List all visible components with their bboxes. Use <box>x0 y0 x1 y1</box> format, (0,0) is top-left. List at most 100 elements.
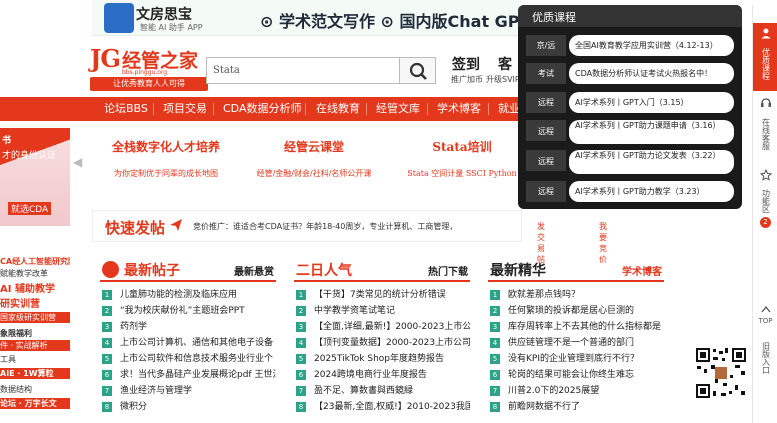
logo-slogan: 让优秀教育人人可得 <box>90 77 208 91</box>
nav-bbs[interactable]: 论坛BBS <box>104 97 148 121</box>
row-marker: 7 <box>296 386 306 396</box>
sidebar-online-service[interactable]: 在线客服 <box>753 97 777 159</box>
signin-sub-link[interactable]: 推广加币 <box>451 74 483 85</box>
search-input[interactable]: Stata <box>206 57 399 84</box>
sidebar-top[interactable]: TOP <box>753 305 777 329</box>
course-tag: 远程 <box>526 150 566 171</box>
signin-link[interactable]: 签到 <box>452 54 480 74</box>
list-item[interactable]: 1 欧就差那点钱吗？ <box>488 288 664 302</box>
left-promo-banner[interactable]: 书 才的身份认证 就选CDA <box>0 128 70 226</box>
nav-library[interactable]: 经管文库 <box>376 97 420 121</box>
course-item[interactable]: 远程 AI学术系列丨GPT助力教学（3.23） <box>526 181 734 202</box>
svip-link[interactable]: 升级SVIP <box>486 74 520 85</box>
top-banner-ad[interactable]: 文房思宝 智能 AI 助手 APP ⊙ 学术范文写作 ⊙ 国内版Chat GP <box>92 0 522 36</box>
list-item-title: 【全面,详细,最新!】2000-2023上市公司 <box>314 322 470 332</box>
panel-title[interactable]: 最新帖子 <box>124 260 180 280</box>
qr-code-icon <box>695 347 747 399</box>
list-item-title: 轮岗的结果可能会让你终生难忘 <box>508 370 635 380</box>
list-item[interactable]: 4 【顶刊变量数据】2000-2023上市公司 <box>294 336 470 350</box>
quick-post-label[interactable]: 快速发帖 <box>105 217 165 238</box>
nav-blog[interactable]: 学术博客 <box>437 97 481 121</box>
course-item[interactable]: 远程 AI学术系列丨GPT助力课题申请（3.16） <box>526 120 734 144</box>
list-item[interactable]: 4 上市公司计算机、通信和其他电子设备 <box>100 336 276 350</box>
send-icon[interactable] <box>169 218 183 232</box>
left-side-ads[interactable]: CA经人工智能研究院 赋能教学改革 AI 辅助教学 研实训营 国家级研实训营 象… <box>0 250 70 423</box>
arrow-up-icon <box>760 305 771 313</box>
list-item[interactable]: 6 求！当代多晶硅产业发展概论pdf 王世江 <box>100 368 276 382</box>
sidebar-functions[interactable]: 功能区 2 <box>753 168 777 235</box>
featured-panel: 最新精华 学术博客 1 欧就差那点钱吗？ 2 任何繁琐的投诉都是居心巨测的 3 库存周… <box>488 258 664 423</box>
row-marker: 5 <box>296 354 306 364</box>
list-item[interactable]: 8 前瞻网数据不行了 <box>488 400 664 414</box>
course-item[interactable]: 考试 CDA数据分析师认证考试火热报名中！ <box>526 63 734 84</box>
side-ad-line: 数据结构 <box>0 385 32 394</box>
list-item[interactable]: 1 【干货】7类常见的统计分析错误 <box>294 288 470 302</box>
service-subtitle: Stata 空间计量 SSCI Python <box>407 169 517 178</box>
banner-brand-sub: 智能 AI 助手 APP <box>140 23 203 32</box>
courses-popup: 优质课程 京/远 全国AI教育教学应用实训营（4.12-13） 考试 CDA数据分析… <box>518 5 742 209</box>
row-marker: 2 <box>296 306 306 316</box>
list-item-title: 上市公司计算机、通信和其他电子设备 <box>120 338 274 348</box>
list-item[interactable]: 6 轮岗的结果可能会让你终生难忘 <box>488 368 664 382</box>
panel-more-link[interactable]: 学术博客 <box>622 263 662 278</box>
list-item[interactable]: 5 没有KPI的企业管理到底行不行？ <box>488 352 664 366</box>
panel-more-link[interactable]: 最新悬赏 <box>234 263 274 278</box>
course-tag: 考试 <box>526 63 566 84</box>
right-sidebar: 优质课程 在线客服 功能区 2 TOP 旧版入口 <box>752 5 777 423</box>
logo-url: bbs.pinggu.org <box>122 69 168 76</box>
nav-divider <box>153 103 154 115</box>
qr-code-widget[interactable] <box>694 346 750 423</box>
list-item[interactable]: 6 2024跨境电商行业年度报告 <box>294 368 470 382</box>
list-item[interactable]: 8 【23最新,全面,权威!】2010-2023我国商 <box>294 400 470 414</box>
carousel-prev-icon[interactable]: ◀ <box>73 155 82 169</box>
nav-cda[interactable]: CDA数据分析师 <box>223 97 301 121</box>
service-stata[interactable]: Stata培训 Stata 空间计量 SSCI Python <box>387 138 537 179</box>
panel-title[interactable]: 最新精华 <box>490 260 546 280</box>
course-item[interactable]: 远程 AI学术系列丨GPT助力论文发表（3.22） <box>526 150 734 174</box>
panel-title[interactable]: 二日人气 <box>296 260 352 280</box>
sidebar-courses[interactable]: 优质课程 <box>753 23 777 91</box>
nav-projects[interactable]: 项目交易 <box>163 97 207 121</box>
list-item-title: 欧就差那点钱吗？ <box>508 290 581 300</box>
site-logo[interactable]: JG 经管之家 bbs.pinggu.org 让优秀教育人人可得 <box>90 44 208 91</box>
list-item-title: 儿童肺功能的检测及临床应用 <box>120 290 238 300</box>
list-item[interactable]: 3 库存周转率上不去其他的什么指标都是 <box>488 320 664 334</box>
course-item[interactable]: 远程 AI学术系列丨GPT入门（3.15） <box>526 92 734 113</box>
row-marker: 8 <box>490 402 500 412</box>
course-tag: 远程 <box>526 181 566 202</box>
list-item[interactable]: 3 药剂学 <box>100 320 276 334</box>
service-digital-talent[interactable]: 全栈数字化人才培养 为你定制优于同辈的成长地图 <box>91 138 241 179</box>
search-button[interactable] <box>399 57 436 84</box>
list-item[interactable]: 7 盈不足、算数書與西鏡緑 <box>294 384 470 398</box>
list-item[interactable]: 7 渔业经济与管理学 <box>100 384 276 398</box>
list-item[interactable]: 5 2025TikTok Shop年度趋势报告 <box>294 352 470 366</box>
list-item[interactable]: 1 儿童肺功能的检测及临床应用 <box>100 288 276 302</box>
notification-badge: 2 <box>760 217 771 228</box>
list-item[interactable]: 2 中学教学资笔试笔记 <box>294 304 470 318</box>
list-item[interactable]: 8 微积分 <box>100 400 276 414</box>
course-tag: 远程 <box>526 120 566 141</box>
course-title: 全国AI教育教学应用实训营（4.12-13） <box>569 35 734 56</box>
search-icon <box>409 62 427 80</box>
main-nav: 论坛BBS 项目交易 CDA数据分析师 在线教育 经管文库 学术博客 就业 <box>0 97 520 121</box>
list-item-title: 任何繁琐的投诉都是居心巨测的 <box>508 306 635 316</box>
list-item-title: 【23最新,全面,权威!】2010-2023我国商 <box>314 402 470 412</box>
list-item[interactable]: 7 川普2.0下的2025展望 <box>488 384 664 398</box>
service-link[interactable]: 客 <box>498 54 512 74</box>
list-item[interactable]: 2 任何繁琐的投诉都是居心巨测的 <box>488 304 664 318</box>
course-item[interactable]: 京/远 全国AI教育教学应用实训营（4.12-13） <box>526 35 734 56</box>
sidebar-old-version[interactable]: 旧版入口 <box>753 335 777 385</box>
row-marker: 7 <box>102 386 112 396</box>
list-item[interactable]: 5 上市公司软件和信息技术服务业行业个 <box>100 352 276 366</box>
nav-education[interactable]: 在线教育 <box>316 97 360 121</box>
panel-more-link[interactable]: 热门下载 <box>428 263 468 278</box>
popular-panel: 二日人气 热门下载 1 【干货】7类常见的统计分析错误 2 中学教学资笔试笔记 3 【… <box>294 258 470 423</box>
list-item-title: 供应链管理不是一个普通的部门 <box>508 338 635 348</box>
promo-text[interactable]: 竞价推广：谁适合考CDA证书？年龄18-40周岁，专业计算机、工商管理， <box>193 221 457 232</box>
service-cloud-class[interactable]: 经管云课堂 经管/金融/财会/社科/名师公开课 <box>239 138 389 179</box>
list-item[interactable]: 2 “我为校庆献份礼”主题班会PPT <box>100 304 276 318</box>
row-marker: 5 <box>102 354 112 364</box>
list-item[interactable]: 3 【全面,详细,最新!】2000-2023上市公司 <box>294 320 470 334</box>
list-item[interactable]: 4 供应链管理不是一个普通的部门 <box>488 336 664 350</box>
nav-jobs[interactable]: 就业 <box>498 97 520 121</box>
